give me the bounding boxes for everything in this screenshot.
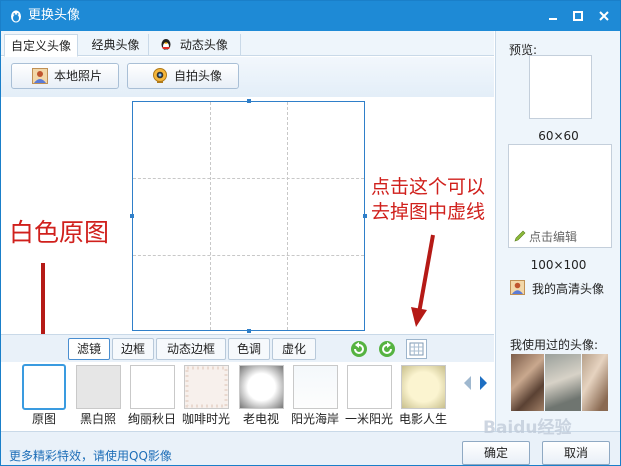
- more-effects-link[interactable]: 更多精彩特效，请使用QQ影像: [9, 447, 172, 464]
- pencil-icon: [514, 230, 526, 242]
- used-avatars-title: 我使用过的头像:: [510, 338, 599, 352]
- filter-label: 绚丽秋日: [127, 412, 176, 426]
- resize-handle-right[interactable]: [363, 214, 367, 218]
- used-avatar-thumb[interactable]: [545, 354, 581, 411]
- window-title: 更换头像: [28, 8, 81, 23]
- edit-link[interactable]: 点击编辑: [529, 228, 577, 245]
- grid-line: [133, 178, 364, 179]
- user-photo-icon: [32, 68, 48, 84]
- filter-thumb-movie[interactable]: [401, 365, 446, 409]
- hd-avatar-label: 我的高清头像: [532, 282, 605, 296]
- filter-tab-dynamic-border[interactable]: 动态边框: [156, 338, 226, 360]
- filter-tab-blur[interactable]: 虚化: [272, 338, 316, 360]
- tab-classic-avatar[interactable]: 经典头像: [83, 34, 149, 56]
- filter-tab-tone[interactable]: 色调: [228, 338, 270, 360]
- preview-small: [529, 55, 592, 119]
- tab-dynamic-avatar[interactable]: 动态头像: [151, 34, 241, 56]
- resize-handle-left[interactable]: [130, 214, 134, 218]
- annotation-grid-hint: 点击这个可以 去掉图中虚线: [371, 175, 496, 225]
- rotate-left-icon[interactable]: [350, 340, 368, 358]
- resize-handle-bottom[interactable]: [247, 329, 251, 333]
- filter-thumb-coffee[interactable]: [184, 365, 229, 409]
- button-label: 自拍头像: [174, 69, 223, 83]
- filter-tab-filter[interactable]: 滤镜: [68, 338, 110, 360]
- filter-tab-border[interactable]: 边框: [112, 338, 154, 360]
- filter-label: 老电视: [242, 412, 279, 426]
- scroll-right-arrow-icon[interactable]: [480, 376, 487, 390]
- grid-icon: [409, 342, 424, 356]
- grid-line: [210, 102, 211, 330]
- close-icon: [599, 11, 609, 21]
- action-bar: 本地照片 自拍头像: [1, 57, 494, 97]
- qq-penguin-icon: [161, 39, 171, 50]
- scroll-left-arrow-icon[interactable]: [464, 376, 471, 390]
- film-border-pattern: [185, 366, 228, 408]
- confirm-button[interactable]: 确定: [462, 441, 530, 465]
- filter-label: 黑白照: [79, 412, 116, 426]
- filter-tabs: 滤镜 边框 动态边框 色调 虚化: [1, 334, 494, 362]
- button-label: 本地照片: [54, 69, 103, 83]
- annotation-line: 去掉图中虚线: [371, 201, 486, 223]
- baidu-watermark: Baidu经验: [483, 418, 572, 438]
- filter-label: 原图: [31, 412, 56, 426]
- used-avatar-thumb[interactable]: [511, 354, 544, 411]
- maximize-icon: [573, 11, 583, 21]
- filter-label: 咖啡时光: [181, 412, 230, 426]
- webcam-icon: [153, 68, 167, 83]
- title-bar: 更换头像: [1, 1, 620, 31]
- filter-thumbnails: 原图 黑白照 绚丽秋日 咖啡时光 老电视 阳光海岸 一米阳光 电影人生: [1, 362, 494, 430]
- tab-label: 经典头像: [91, 38, 140, 52]
- tab-label: 动态头像: [179, 38, 228, 52]
- change-avatar-window: 更换头像 自定义头像 经典头像 动态头像 本地照片 自拍头像 白色原图 点击这个…: [0, 0, 621, 466]
- selfie-button[interactable]: 自拍头像: [127, 63, 239, 89]
- close-button[interactable]: [593, 5, 615, 27]
- filter-thumb-sunshine[interactable]: [347, 365, 392, 409]
- filter-label: 阳光海岸: [290, 412, 339, 426]
- annotation-line: 点击这个可以: [371, 176, 486, 198]
- filter-label: 一米阳光: [344, 412, 393, 426]
- filter-thumb-bw[interactable]: [76, 365, 121, 409]
- maximize-button[interactable]: [567, 5, 589, 27]
- crop-canvas: 白色原图 点击这个可以 去掉图中虚线: [1, 97, 494, 333]
- filter-label: 电影人生: [398, 412, 447, 426]
- minimize-icon: [549, 18, 557, 20]
- preview-panel: 预览: 60×60 点击编辑 100×100 我的高清头像 我使用过的头像:: [495, 31, 620, 431]
- grid-line: [133, 255, 364, 256]
- avatar-tabs: 自定义头像 经典头像 动态头像: [1, 31, 494, 57]
- annotation-white-original: 白色原图: [9, 218, 110, 247]
- filter-thumb-old-tv[interactable]: [239, 365, 284, 409]
- filter-thumb-autumn[interactable]: [130, 365, 175, 409]
- local-photo-button[interactable]: 本地照片: [11, 63, 119, 89]
- tab-label: 自定义头像: [10, 39, 71, 53]
- grid-toggle-button[interactable]: [406, 339, 427, 359]
- tab-custom-avatar[interactable]: 自定义头像: [4, 34, 78, 57]
- crop-box[interactable]: [130, 99, 367, 333]
- grid-line: [287, 102, 288, 330]
- rotate-right-icon[interactable]: [378, 340, 396, 358]
- filter-thumb-sunny-coast[interactable]: [293, 365, 338, 409]
- cancel-button[interactable]: 取消: [542, 441, 610, 465]
- resize-handle-top[interactable]: [247, 99, 251, 103]
- minimize-button[interactable]: [542, 5, 564, 27]
- preview-large: 点击编辑: [508, 144, 612, 248]
- filter-thumb-original[interactable]: [22, 364, 66, 410]
- avatar-icon: [510, 280, 525, 295]
- preview-small-size: 60×60: [538, 129, 579, 143]
- used-avatar-thumb[interactable]: [582, 354, 608, 411]
- preview-large-size: 100×100: [530, 258, 587, 272]
- qq-penguin-icon: [11, 10, 21, 23]
- hd-avatar-link[interactable]: 我的高清头像: [510, 279, 620, 297]
